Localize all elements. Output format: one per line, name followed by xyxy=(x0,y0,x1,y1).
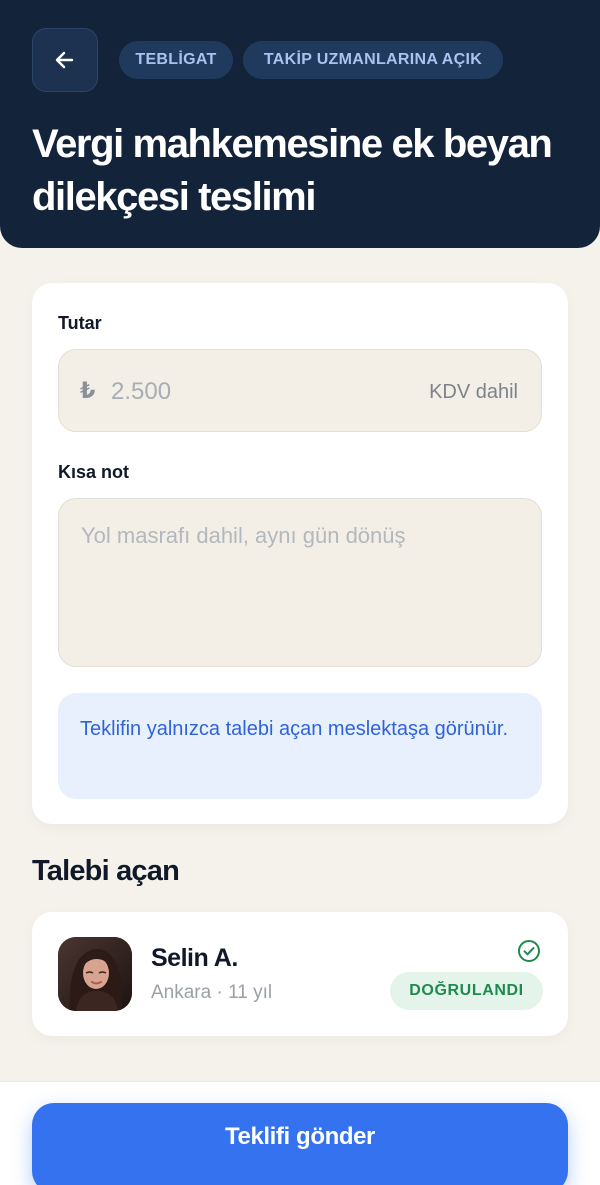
offer-form-card: Tutar ₺ KDV dahil Kısa not Teklifin yaln… xyxy=(32,283,568,824)
verified-badge: DOĞRULANDI xyxy=(390,972,543,1010)
submit-offer-button[interactable]: Teklifi gönder xyxy=(32,1103,568,1185)
requester-meta: Ankara · 11 yıl xyxy=(151,982,273,1003)
check-circle-icon xyxy=(518,940,540,962)
header: TEBLİGAT TAKİP UZMANLARINA AÇIK Vergi ma… xyxy=(0,0,600,248)
amount-label: Tutar xyxy=(58,313,102,333)
tag-chip: TAKİP UZMANLARINA AÇIK xyxy=(243,41,503,79)
back-button[interactable] xyxy=(32,28,98,92)
requester-card[interactable]: Selin A. Ankara · 11 yıl DOĞRULANDI xyxy=(32,912,568,1036)
section-title: Talebi açan xyxy=(32,855,180,887)
currency-symbol: ₺ xyxy=(80,378,96,403)
avatar xyxy=(58,937,132,1011)
user-photo xyxy=(58,937,132,1011)
info-notice: Teklifin yalnızca talebi açan meslektaşa… xyxy=(58,693,542,799)
amount-input[interactable] xyxy=(111,374,391,410)
note-label: Kısa not xyxy=(58,462,130,482)
tag-chip: TEBLİGAT xyxy=(119,41,233,79)
amount-suffix: KDV dahil xyxy=(429,381,518,403)
bottom-bar: Teklifi gönder xyxy=(0,1081,600,1185)
arrow-left-icon xyxy=(55,51,74,69)
page-title: Vergi mahkemesine ek beyan dilekçesi tes… xyxy=(32,122,553,219)
requester-name: Selin A. xyxy=(151,944,238,972)
note-textarea[interactable] xyxy=(58,498,542,667)
amount-field[interactable]: ₺ KDV dahil xyxy=(58,349,542,432)
